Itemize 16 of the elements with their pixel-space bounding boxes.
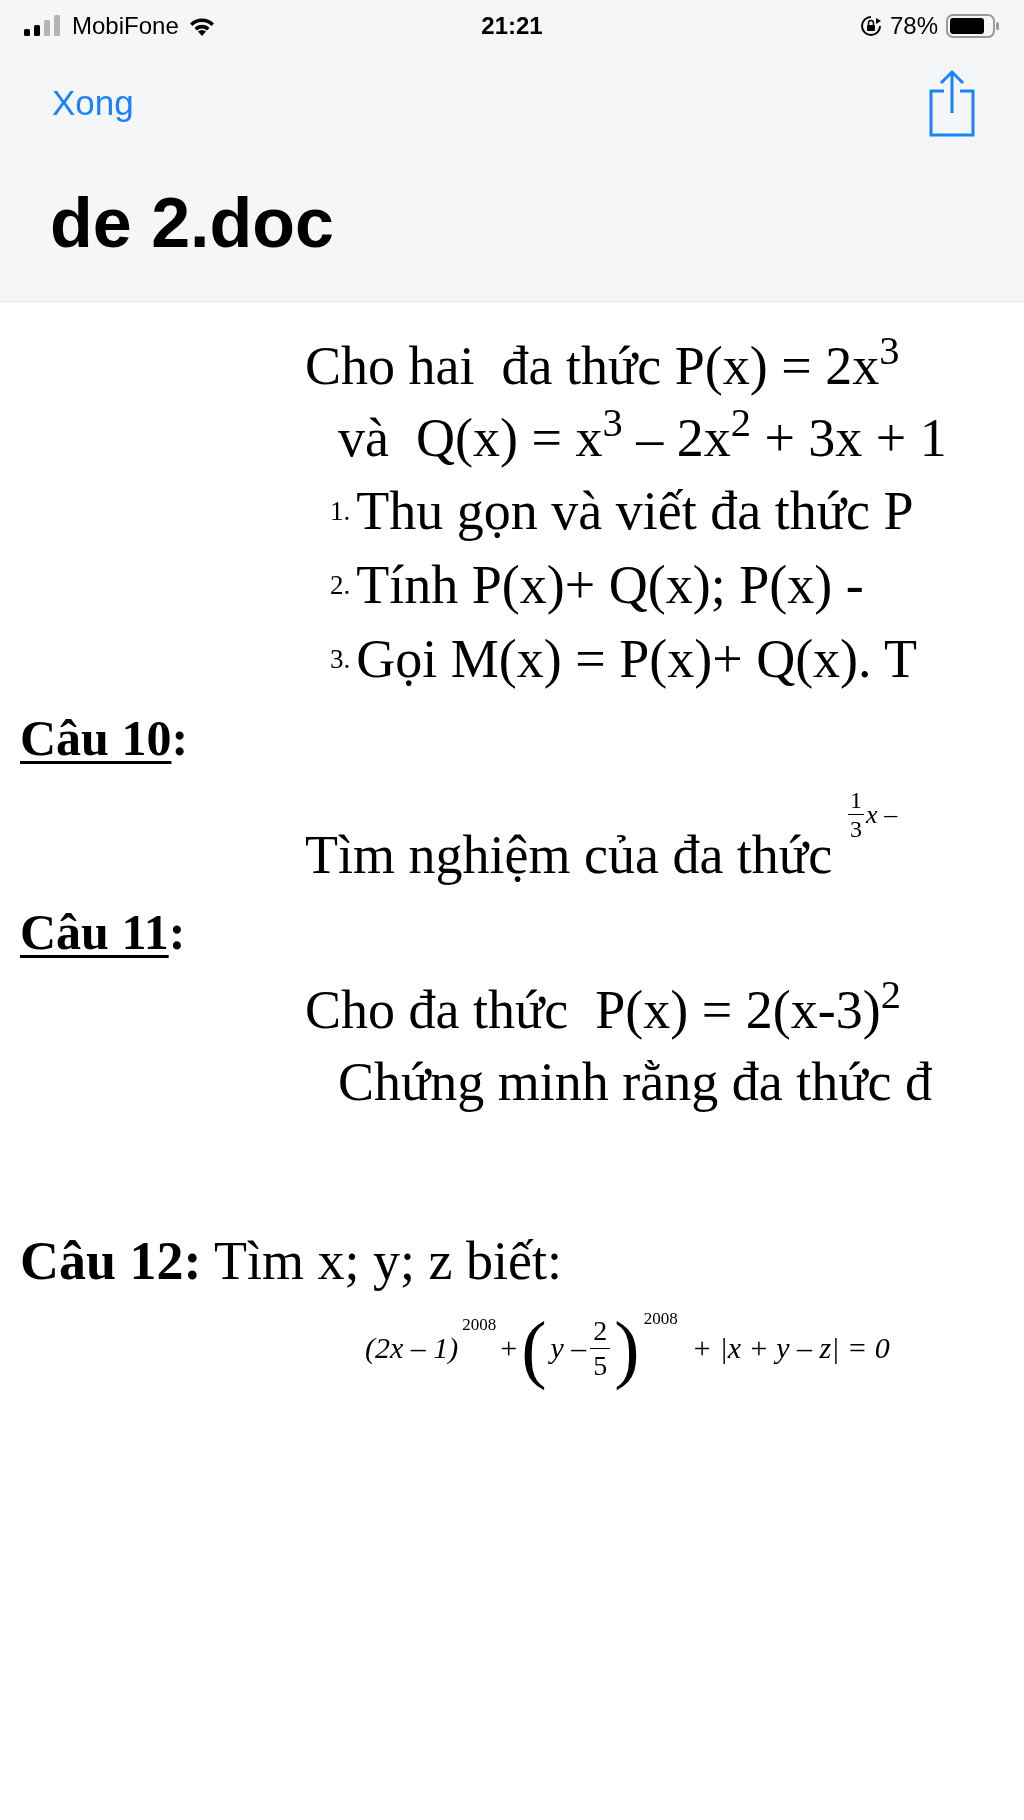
- carrier-name: MobiFone: [72, 11, 179, 41]
- list-number: 1.: [330, 497, 351, 525]
- fraction-numerator: 1: [848, 788, 865, 815]
- question-heading: Câu 10:: [20, 713, 189, 763]
- list-number: 2.: [330, 571, 351, 599]
- clock-time: 21:21: [481, 11, 543, 41]
- list-number: 3.: [330, 645, 351, 673]
- question-heading: Câu 11:: [20, 907, 186, 957]
- math-text: x –: [866, 801, 898, 828]
- done-button[interactable]: Xong: [52, 76, 134, 130]
- share-icon[interactable]: [928, 69, 976, 137]
- rotation-lock-icon: [859, 15, 882, 37]
- document-title: de 2.doc: [50, 187, 334, 258]
- fraction-denominator: 3: [850, 815, 863, 841]
- battery-percent: 78%: [889, 11, 938, 41]
- battery-icon: [946, 14, 1000, 38]
